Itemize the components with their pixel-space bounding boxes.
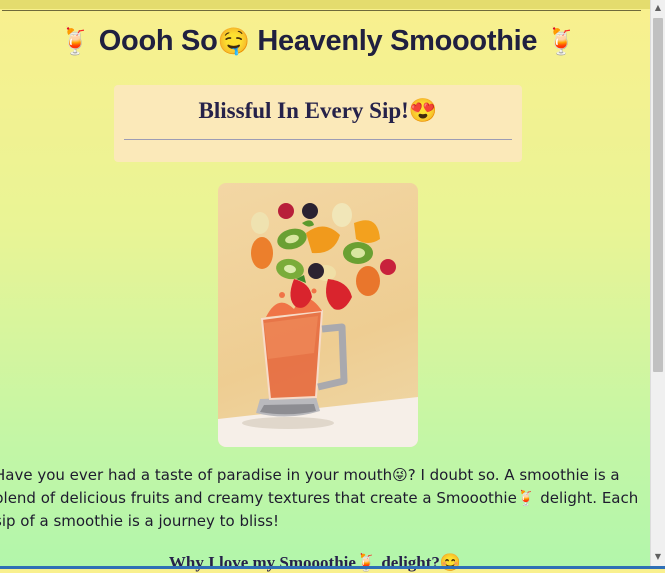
top-divider [2, 10, 641, 11]
top-border [0, 0, 651, 9]
heart-eyes-icon: 😍 [408, 98, 438, 123]
section-heading: Why I love my Smooothie🍹 delight?😊 [0, 553, 630, 573]
tagline: Blissful In Every Sip!😍 [114, 97, 522, 124]
intro-text-1: Have you ever had a taste of paradise in… [0, 466, 393, 484]
tropical-drink-icon: 🍹 [58, 26, 92, 56]
drooling-face-icon: 🤤 [217, 26, 250, 56]
tropical-drink-heading-icon: 🍹 [355, 553, 378, 572]
scroll-down-arrow-icon[interactable]: ▼ [651, 549, 665, 565]
intro-paragraph: Have you ever had a taste of paradise in… [0, 464, 644, 533]
page-title: 🍹 Oooh So🤤 Heavenly Smooothie 🍹 [0, 25, 636, 58]
smoothie-illustration [218, 203, 418, 447]
vertical-scrollbar[interactable]: ▲ ▼ [650, 0, 665, 569]
tagline-text: Blissful In Every Sip! [198, 98, 409, 123]
tagline-divider [124, 139, 512, 140]
title-text-part2: Heavenly Smooothie [257, 25, 538, 57]
tropical-drink-icon-right: 🍹 [544, 26, 578, 56]
scroll-up-arrow-icon[interactable]: ▲ [651, 0, 665, 16]
tropical-drink-inline-icon: 🍹 [516, 489, 536, 507]
smoothie-image [218, 183, 418, 447]
tagline-box: Blissful In Every Sip!😍 [114, 85, 522, 162]
winking-tongue-icon: 😜 [392, 466, 408, 484]
section-heading-text-1: Why I love my Smooothie [168, 553, 356, 572]
section-heading-text-2: delight? [377, 553, 440, 572]
scrollbar-thumb[interactable] [653, 18, 663, 372]
smiling-face-icon: 😊 [439, 553, 462, 572]
title-text-part1: Oooh So [98, 25, 218, 57]
